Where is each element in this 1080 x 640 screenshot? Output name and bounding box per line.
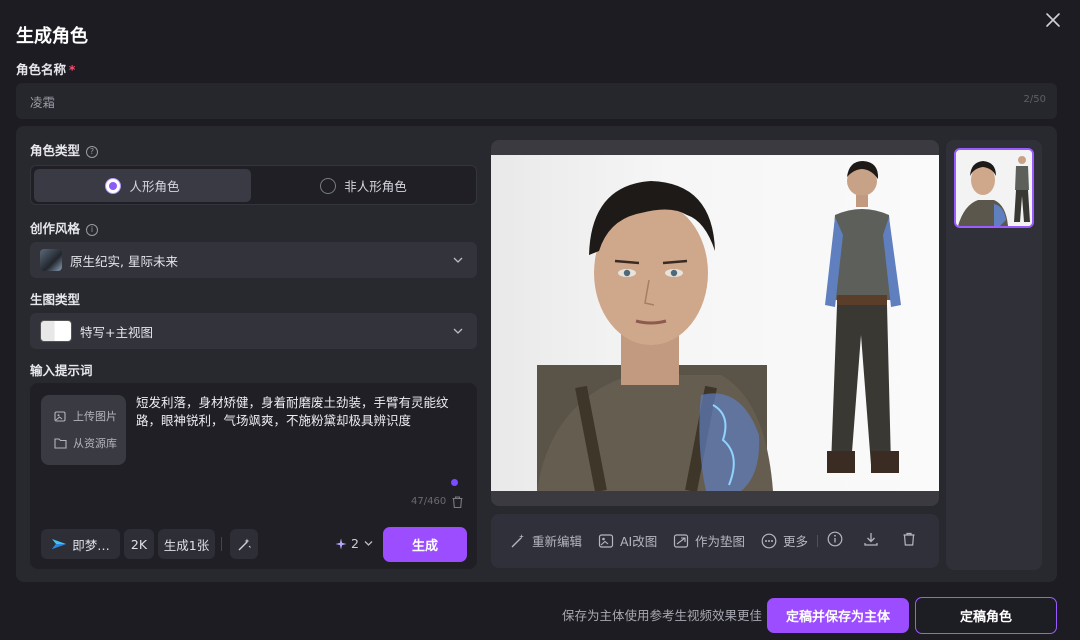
save-as-subject-button[interactable]: 定稿并保存为主体 xyxy=(767,598,909,633)
character-type-label: 角色类型? xyxy=(30,140,99,159)
upload-panel[interactable]: 上传图片 从资源库 xyxy=(41,395,126,465)
reedit-button[interactable]: 重新编辑 xyxy=(510,531,582,550)
required-mark: * xyxy=(69,63,76,77)
style-label: 创作风格 i xyxy=(30,218,99,237)
ai-edit-button[interactable]: AI改图 xyxy=(598,531,657,550)
radio-selected-icon xyxy=(105,177,122,194)
chevron-down-icon xyxy=(453,328,463,334)
image-plus-icon xyxy=(54,410,66,422)
name-label-text: 角色名称 xyxy=(16,62,67,77)
option-non-humanoid[interactable]: 非人形角色 xyxy=(255,169,472,202)
dialog-title: 生成角色 xyxy=(16,26,88,47)
reedit-label: 重新编辑 xyxy=(532,534,583,549)
image-type-select[interactable]: 特写+主视图 xyxy=(30,313,477,349)
style-value: 原生纪实, 星际未来 xyxy=(70,253,178,269)
option-humanoid[interactable]: 人形角色 xyxy=(34,169,251,202)
info-icon[interactable]: i xyxy=(86,224,99,236)
prompt-text[interactable]: 短发利落，身材矫健，身着耐磨废土劲装，手臂有灵能纹路，眼神锐利，气场飒爽，不施粉… xyxy=(136,394,458,430)
base-image-icon xyxy=(673,533,689,548)
as-base-label: 作为垫图 xyxy=(695,534,746,549)
from-library-label: 从资源库 xyxy=(73,437,117,450)
footer-hint: 保存为主体使用参考生视频效果更佳 xyxy=(562,608,763,623)
delete-button[interactable] xyxy=(901,531,923,547)
more-label: 更多 xyxy=(783,534,809,549)
generate-button[interactable]: 生成 xyxy=(383,527,467,562)
info-icon xyxy=(827,531,843,547)
prompt-label: 输入提示词 xyxy=(30,363,93,378)
thumbnail-strip xyxy=(946,140,1042,570)
trash-icon xyxy=(903,532,915,546)
help-icon[interactable]: ? xyxy=(86,146,99,158)
upload-image-label: 上传图片 xyxy=(73,410,117,423)
divider xyxy=(817,535,818,547)
image-type-thumbnail xyxy=(40,320,72,342)
more-icon xyxy=(761,533,777,548)
close-icon[interactable] xyxy=(1042,9,1064,31)
as-base-button[interactable]: 作为垫图 xyxy=(673,531,745,550)
model-label: 即梦… xyxy=(72,537,110,553)
character-type-selector: 人形角色 非人形角色 xyxy=(30,165,477,205)
more-button[interactable]: 更多 xyxy=(761,531,808,550)
character-type-label-text: 角色类型 xyxy=(30,143,81,158)
image-actions-bar: 重新编辑 AI改图 作为垫图 更多 xyxy=(491,514,939,568)
name-label: 角色名称 * xyxy=(16,59,75,78)
upload-image-button[interactable]: 上传图片 xyxy=(54,408,117,424)
name-input[interactable] xyxy=(30,83,930,119)
trash-icon[interactable] xyxy=(451,494,464,513)
download-button[interactable] xyxy=(863,531,885,547)
ai-edit-label: AI改图 xyxy=(620,534,658,549)
magic-wand-icon xyxy=(238,538,251,550)
dreamina-logo-icon xyxy=(52,539,67,549)
magic-wand-button[interactable] xyxy=(230,529,258,559)
name-counter: 2/50 xyxy=(1023,94,1046,105)
option-non-humanoid-label: 非人形角色 xyxy=(344,179,407,194)
name-field[interactable]: 2/50 xyxy=(16,83,1057,119)
generated-image[interactable] xyxy=(491,155,939,493)
credits-indicator[interactable]: 2 xyxy=(335,536,373,551)
credits-value: 2 xyxy=(351,536,359,551)
resolution-select[interactable]: 2K xyxy=(124,529,154,559)
radio-unselected-icon xyxy=(320,177,337,194)
download-icon xyxy=(864,533,878,546)
image-type-label: 生图类型 xyxy=(30,292,81,307)
finalize-character-button[interactable]: 定稿角色 xyxy=(915,597,1057,634)
style-thumbnail xyxy=(40,249,62,271)
count-select[interactable]: 生成1张 xyxy=(158,529,215,559)
edit-wand-icon xyxy=(511,533,524,547)
info-button[interactable] xyxy=(827,531,849,547)
image-type-value: 特写+主视图 xyxy=(80,324,153,340)
chevron-down-icon xyxy=(453,257,463,263)
chevron-down-icon xyxy=(364,541,373,546)
divider xyxy=(221,537,222,551)
from-library-button[interactable]: 从资源库 xyxy=(54,435,117,451)
prompt-indicator-dot xyxy=(451,479,458,486)
model-select[interactable]: 即梦… xyxy=(41,529,120,559)
ai-image-icon xyxy=(598,533,614,548)
style-select[interactable]: 原生纪实, 星际未来 xyxy=(30,242,477,278)
preview-panel xyxy=(491,140,939,506)
thumbnail-selected[interactable] xyxy=(954,148,1034,228)
sparkle-icon xyxy=(335,538,347,549)
folder-icon xyxy=(54,438,67,449)
prompt-counter: 47/460 xyxy=(411,496,447,507)
style-label-text: 创作风格 xyxy=(30,221,81,236)
option-humanoid-label: 人形角色 xyxy=(129,179,180,194)
